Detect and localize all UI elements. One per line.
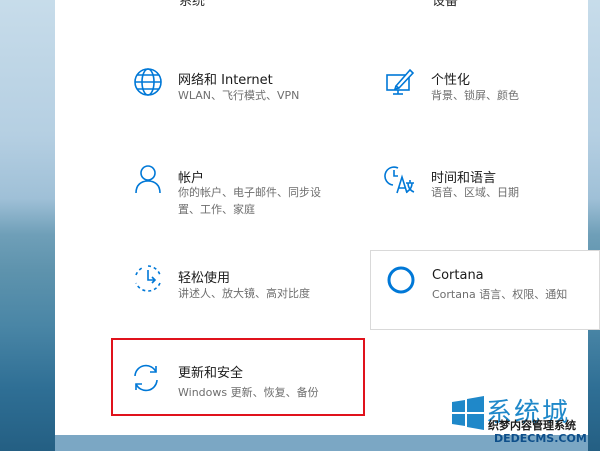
- time-language-icon: [384, 163, 416, 195]
- cortana-icon: [385, 264, 417, 296]
- watermark-subtitle: 织梦内容管理系统: [488, 419, 576, 432]
- personalization-icon: [384, 66, 416, 98]
- tile-title: 轻松使用: [178, 271, 231, 286]
- watermark: 系统城 织梦内容管理系统 DEDECMS.COM: [442, 392, 600, 451]
- windows-logo-icon: [450, 394, 486, 436]
- tile-devices-label-partial: 设备: [432, 0, 459, 9]
- tile-desc: Cortana 语言、权限、通知: [432, 288, 568, 301]
- tile-desc: 语音、区域、日期: [431, 186, 519, 199]
- desktop-wallpaper-right: [588, 0, 600, 451]
- desktop-wallpaper-left: [0, 0, 55, 451]
- tile-cortana[interactable]: Cortana Cortana 语言、权限、通知: [370, 250, 600, 330]
- tile-desc: 讲述人、放大镜、高对比度: [178, 287, 310, 300]
- tile-personalization[interactable]: 个性化 背景、锁屏、颜色: [366, 58, 588, 118]
- highlight-box: [111, 338, 365, 416]
- tile-title: 个性化: [431, 73, 471, 88]
- tile-title: 网络和 Internet: [178, 73, 273, 88]
- tile-system-label-partial: 系统: [179, 0, 206, 9]
- tile-desc: WLAN、飞行模式、VPN: [178, 89, 300, 102]
- tile-desc: 背景、锁屏、颜色: [431, 89, 519, 102]
- tile-accounts[interactable]: 帐户 你的帐户、电子邮件、同步设置、工作、家庭: [112, 155, 362, 225]
- tile-time-language[interactable]: 时间和语言 语音、区域、日期: [366, 155, 588, 225]
- tile-desc: 你的帐户、电子邮件、同步设置、工作、家庭: [178, 186, 321, 216]
- person-icon: [132, 163, 164, 195]
- globe-icon: [132, 66, 164, 98]
- tile-network-internet[interactable]: 网络和 Internet WLAN、飞行模式、VPN: [112, 58, 362, 118]
- tile-title: Cortana: [432, 268, 484, 283]
- ease-of-access-icon: [132, 263, 164, 295]
- watermark-url: DEDECMS.COM: [494, 432, 587, 445]
- tile-ease-of-access[interactable]: 轻松使用 讲述人、放大镜、高对比度: [112, 255, 362, 315]
